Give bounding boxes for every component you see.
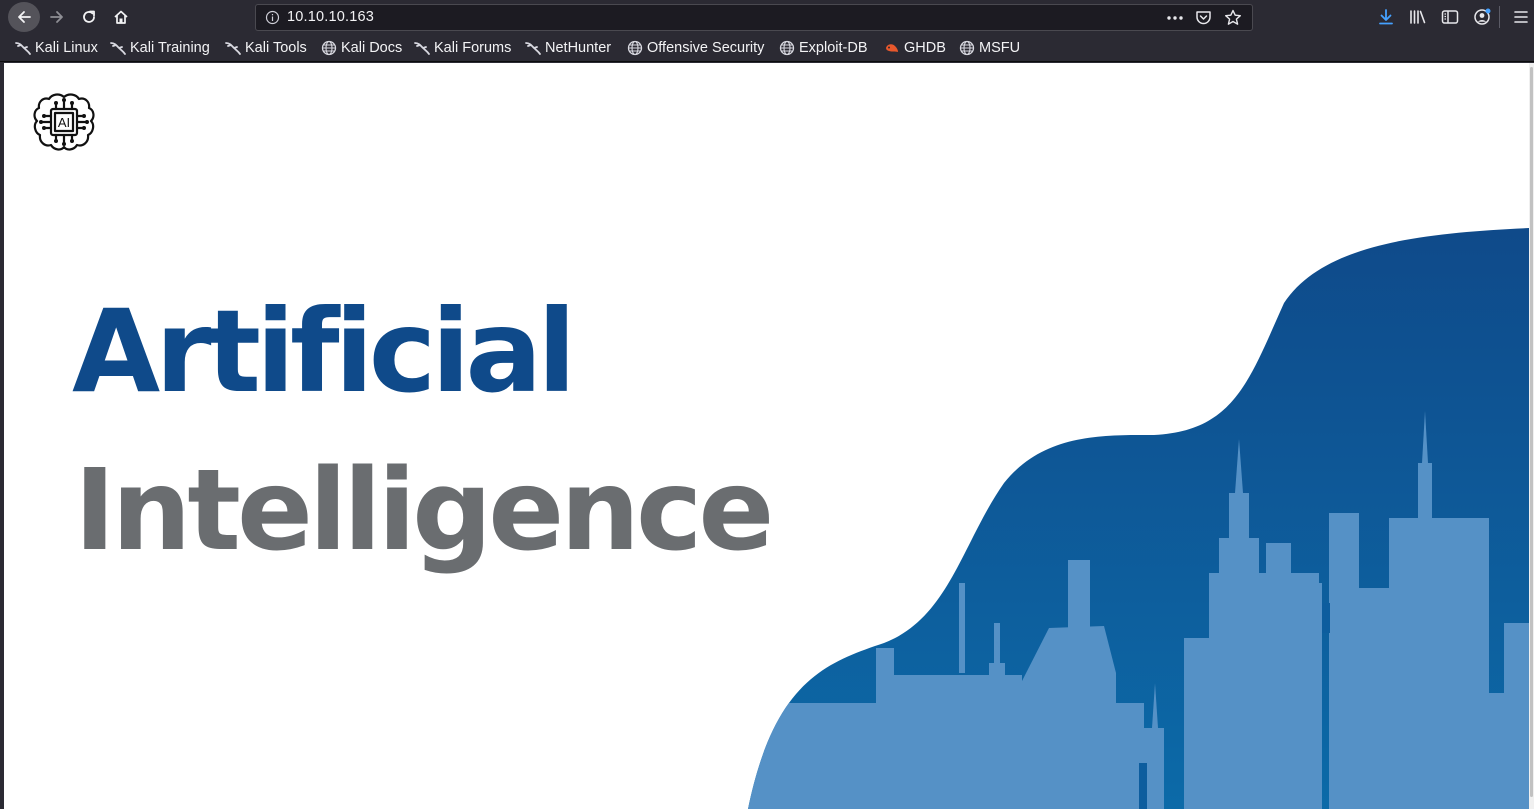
bookmark-label: Kali Linux [35,40,98,56]
globe-icon [779,40,795,56]
globe-icon [627,40,643,56]
ai-brain-chip-logo: AI [29,87,99,157]
bookmark-label: Offensive Security [647,40,765,56]
scrollbar-thumb[interactable] [1530,67,1533,797]
page-actions-menu-icon[interactable] [1165,8,1184,27]
toolbar-separator [1499,6,1500,28]
kali-dragon-icon [110,40,126,56]
menu-hamburger-icon[interactable] [1509,5,1533,29]
bookmark-ghdb[interactable]: GHDB [884,39,946,57]
bookmark-kali-tools[interactable]: Kali Tools [225,39,307,57]
globe-icon [959,40,975,56]
address-bar[interactable]: 10.10.10.163 [255,4,1253,31]
bookmark-label: Kali Docs [341,40,403,56]
bookmark-nethunter[interactable]: NetHunter [525,39,611,57]
bookmarks-toolbar: Kali Linux Kali Training Kali Tools Kali… [0,34,1534,62]
kali-dragon-icon [414,40,430,56]
bookmark-label: NetHunter [545,40,612,56]
bookmark-label: Exploit-DB [799,40,868,56]
bookmark-label: Kali Training [130,40,210,56]
kali-dragon-icon [225,40,241,56]
kali-dragon-icon [15,40,31,56]
account-icon[interactable] [1470,5,1494,29]
bookmark-label: GHDB [904,40,946,56]
forward-button[interactable] [42,3,72,31]
globe-icon [321,40,337,56]
bookmark-exploit-db[interactable]: Exploit-DB [779,39,868,57]
home-button[interactable] [106,3,136,31]
url-text[interactable]: 10.10.10.163 [287,9,374,25]
bookmark-kali-docs[interactable]: Kali Docs [321,39,402,57]
bookmark-offensive-security[interactable]: Offensive Security [627,39,764,57]
bookmark-kali-linux[interactable]: Kali Linux [15,39,98,57]
headline-artificial: Artificial [72,285,576,418]
reload-button[interactable] [74,3,104,31]
reload-icon [83,10,95,23]
bookmark-kali-forums[interactable]: Kali Forums [414,39,511,57]
bookmark-kali-training[interactable]: Kali Training [110,39,210,57]
browser-toolbar: 10.10.10.163 [0,0,1534,34]
logo-ai-text: AI [58,115,70,130]
page-scrollbar[interactable] [1529,63,1534,809]
site-info-icon[interactable] [265,10,280,29]
ghdb-icon [884,40,900,56]
bookmark-label: MSFU [979,40,1021,56]
bookmark-label: Kali Tools [245,40,307,56]
downloads-icon[interactable] [1374,5,1398,29]
pocket-icon[interactable] [1194,8,1213,27]
sidebar-toggle-icon[interactable] [1438,5,1462,29]
library-icon[interactable] [1406,5,1430,29]
back-button[interactable] [8,2,40,32]
back-arrow-icon [18,11,31,23]
bookmark-star-icon[interactable] [1223,8,1242,27]
headline-intelligence: Intelligence [74,446,774,576]
forward-arrow-icon [50,11,63,23]
page-viewport: AI Artificial Intelligence [4,63,1529,809]
home-icon [114,10,128,24]
kali-dragon-icon [525,40,541,56]
bookmark-label: Kali Forums [434,40,512,56]
bookmark-msfu[interactable]: MSFU [959,39,1020,57]
city-skyline-wave-illustration [748,228,1529,809]
